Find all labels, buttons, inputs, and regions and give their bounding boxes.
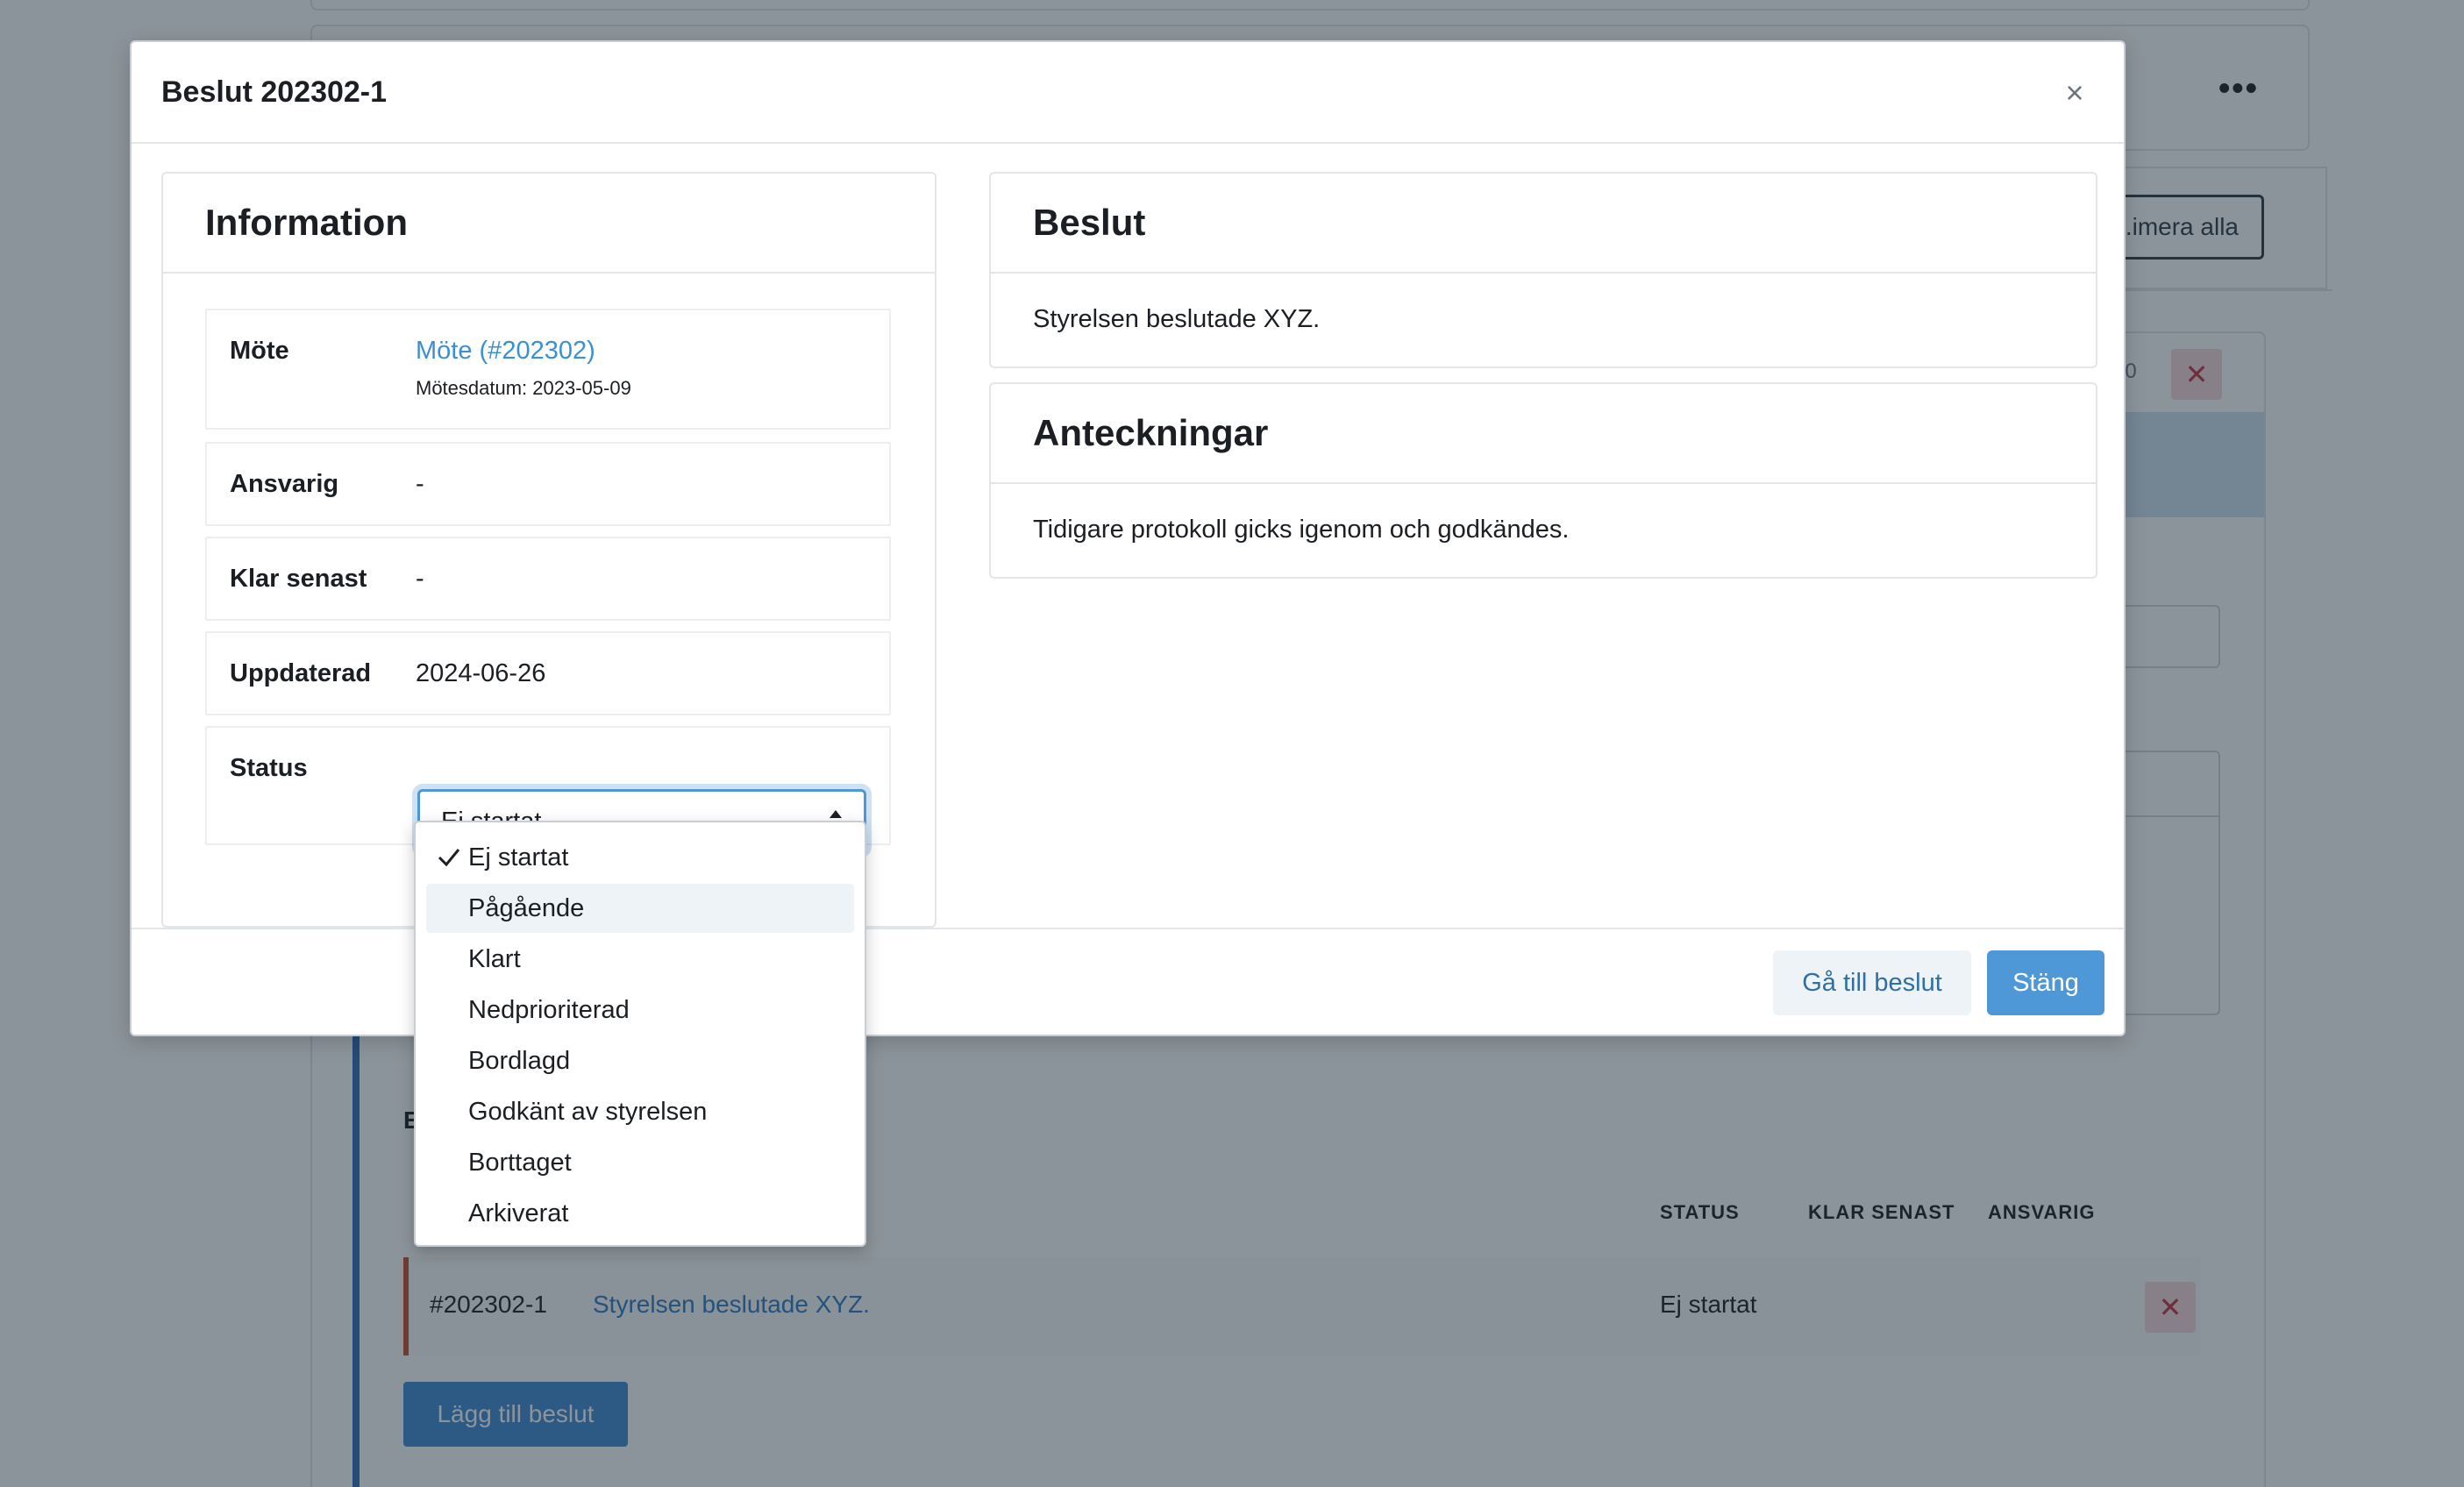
status-option-label: Ej startat	[468, 843, 569, 872]
info-row-due: Klar senast -	[205, 537, 891, 621]
modal-title: Beslut 202302-1	[161, 75, 388, 109]
information-card-header: Information	[163, 174, 935, 274]
due-label: Klar senast	[230, 565, 367, 593]
status-option-nedprioriterad[interactable]: Nedprioriterad	[426, 985, 854, 1035]
status-option-label: Arkiverat	[468, 1199, 569, 1227]
info-row-meeting: Möte Möte (#202302) Mötesdatum: 2023-05-…	[205, 309, 891, 430]
meeting-label: Möte	[230, 337, 289, 365]
status-option-ej-startat[interactable]: Ej startat	[426, 833, 854, 882]
responsible-value: -	[416, 470, 424, 498]
modal-header: Beslut 202302-1 ×	[132, 42, 2124, 144]
status-label: Status	[230, 754, 308, 782]
status-option-label: Godkänt av styrelsen	[468, 1098, 708, 1126]
status-option-label: Pågående	[468, 894, 585, 922]
meeting-date: Mötesdatum: 2023-05-09	[416, 377, 631, 399]
status-option-label: Klart	[468, 945, 521, 973]
go-to-decision-button[interactable]: Gå till beslut	[1773, 950, 1971, 1015]
status-option-label: Bordlagd	[468, 1047, 571, 1075]
decision-title: Beslut	[1033, 202, 1146, 243]
updated-value: 2024-06-26	[416, 659, 546, 687]
notes-title: Anteckningar	[1033, 412, 1269, 453]
meeting-value: Möte (#202302)	[416, 337, 595, 366]
modal-close-button[interactable]: ×	[2050, 68, 2099, 117]
info-row-responsible: Ansvarig -	[205, 442, 891, 526]
status-option-label: Borttaget	[468, 1149, 572, 1177]
check-icon	[438, 849, 460, 867]
status-option-godkant[interactable]: Godkänt av styrelsen	[426, 1087, 854, 1136]
decision-card-header: Beslut	[991, 174, 2096, 274]
responsible-label: Ansvarig	[230, 470, 339, 498]
status-option-arkiverat[interactable]: Arkiverat	[426, 1189, 854, 1238]
status-option-pagaende[interactable]: Pågående	[426, 884, 854, 933]
updated-label: Uppdaterad	[230, 659, 372, 687]
decision-text: Styrelsen beslutade XYZ.	[1033, 305, 1321, 333]
information-title: Information	[205, 202, 408, 243]
notes-text: Tidigare protokoll gicks igenom och godk…	[1033, 516, 1570, 544]
notes-card: Anteckningar Tidigare protokoll gicks ig…	[989, 382, 2097, 579]
close-button[interactable]: Stäng	[1987, 950, 2104, 1015]
status-option-borttaget[interactable]: Borttaget	[426, 1138, 854, 1187]
close-icon: ×	[2065, 75, 2084, 110]
status-option-bordlagd[interactable]: Bordlagd	[426, 1036, 854, 1085]
status-option-label: Nedprioriterad	[468, 996, 630, 1024]
status-option-klart[interactable]: Klart	[426, 935, 854, 984]
meeting-link[interactable]: Möte (#202302)	[416, 337, 595, 365]
due-value: -	[416, 565, 424, 593]
info-row-updated: Uppdaterad 2024-06-26	[205, 631, 891, 715]
status-dropdown: Ej startat Pågående Klart Nedprioriterad…	[414, 821, 866, 1247]
decision-card: Beslut Styrelsen beslutade XYZ.	[989, 172, 2097, 368]
notes-card-header: Anteckningar	[991, 384, 2096, 484]
